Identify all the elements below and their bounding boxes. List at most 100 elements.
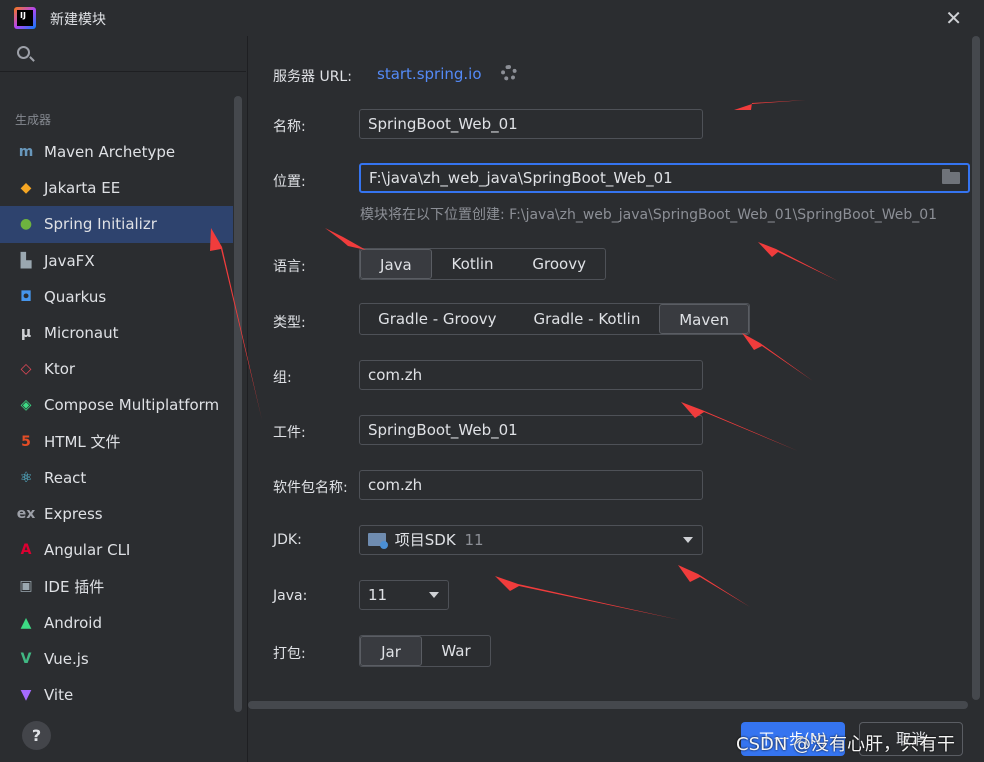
sidebar-item-label: IDE 插件 [44, 577, 105, 596]
ktor-icon: ◇ [20, 361, 32, 378]
sidebar-item-spring-initializr[interactable]: ● Spring Initializr [0, 206, 233, 243]
sidebar-item-label: Vite [44, 685, 74, 704]
sidebar-item-express[interactable]: ex Express [0, 496, 233, 532]
language-selector: Java Kotlin Groovy [359, 248, 606, 280]
jdk-label: JDK: [273, 532, 302, 548]
sidebar-scrollbar[interactable] [234, 96, 242, 712]
vertical-scrollbar[interactable] [972, 36, 980, 700]
sidebar-item-label: HTML 文件 [44, 433, 121, 452]
gear-icon[interactable] [501, 65, 517, 81]
server-url-link[interactable]: start.spring.io [377, 65, 482, 83]
packaging-option-jar[interactable]: Jar [360, 636, 422, 666]
type-option-gradle-groovy[interactable]: Gradle - Groovy [360, 304, 515, 334]
language-option-kotlin[interactable]: Kotlin [432, 249, 514, 279]
sidebar-item-label: Angular CLI [44, 541, 131, 560]
name-field[interactable]: SpringBoot_Web_01 [359, 109, 703, 139]
html5-icon: 5 [21, 433, 31, 450]
packaging-option-war[interactable]: War [422, 636, 490, 666]
sidebar-item-react[interactable]: ⚛ React [0, 460, 233, 496]
location-label: 位置: [273, 174, 306, 190]
sidebar-item-android[interactable]: ▲ Android [0, 604, 233, 640]
sidebar-item-html[interactable]: 5 HTML 文件 [0, 424, 233, 460]
sidebar-item-label: Ktor [44, 360, 76, 379]
sidebar-item-vue-js[interactable]: V Vue.js [0, 641, 233, 677]
plugin-icon: ▣ [19, 578, 33, 595]
intellij-logo-icon: IJ [14, 7, 36, 29]
sidebar-item-maven-archetype[interactable]: m Maven Archetype [0, 134, 233, 170]
jakarta-icon: ◆ [20, 180, 32, 197]
sidebar-item-label: JavaFX [44, 251, 95, 270]
type-selector: Gradle - Groovy Gradle - Kotlin Maven [359, 303, 750, 335]
search-icon [17, 46, 30, 59]
java-version-dropdown[interactable]: 11 [359, 580, 449, 610]
watermark: CSDN @没有心肝，只有干 [736, 734, 956, 755]
chevron-down-icon [429, 592, 439, 598]
vite-icon: ▼ [20, 686, 32, 703]
sidebar-item-quarkus[interactable]: ◘ Quarkus [0, 279, 233, 315]
name-label: 名称: [273, 119, 306, 135]
type-label: 类型: [273, 315, 306, 331]
compose-icon: ◈ [20, 397, 32, 414]
artifact-label: 工件: [273, 425, 306, 441]
angular-icon: A [20, 542, 32, 559]
title-bar: IJ 新建模块 ✕ [0, 0, 984, 36]
generator-list: m Maven Archetype ◆ Jakarta EE ● Spring Initi… [0, 134, 233, 713]
sidebar-item-label: Micronaut [44, 324, 119, 343]
sidebar-item-label: Quarkus [44, 287, 107, 306]
folder-icon[interactable] [942, 169, 960, 184]
type-option-maven[interactable]: Maven [659, 304, 749, 334]
android-icon: ▲ [20, 614, 32, 631]
sidebar-item-label: Android [44, 613, 102, 632]
packaging-selector: Jar War [359, 635, 491, 667]
sidebar-item-ide[interactable]: ▣ IDE 插件 [0, 568, 233, 604]
generators-group-label: 生成器 [15, 113, 52, 127]
package-name-label: 软件包名称: [273, 480, 348, 496]
generator-sidebar: 生成器 m Maven Archetype ◆ Jakarta EE ● Spring I… [0, 36, 246, 762]
sidebar-item-label: Vue.js [44, 649, 89, 668]
artifact-field[interactable]: SpringBoot_Web_01 [359, 415, 703, 445]
location-hint: 模块将在以下位置创建: F:\java\zh_web_java\SpringBo… [360, 207, 938, 223]
sidebar-item-label: React [44, 468, 87, 487]
language-option-groovy[interactable]: Groovy [513, 249, 605, 279]
jdk-value: 项目SDK [394, 531, 456, 549]
sidebar-item-label: Maven Archetype [44, 143, 176, 162]
help-button[interactable]: ? [22, 721, 51, 750]
search-box[interactable] [0, 36, 246, 72]
package-name-field[interactable]: com.zh [359, 470, 703, 500]
server-url-label: 服务器 URL: [273, 69, 352, 85]
jdk-version: 11 [464, 531, 484, 549]
sidebar-item-micronaut[interactable]: μ Micronaut [0, 315, 233, 351]
chevron-down-icon [683, 537, 693, 543]
language-label: 语言: [273, 259, 306, 275]
sidebar-item-angular-cli[interactable]: A Angular CLI [0, 532, 233, 568]
sidebar-item-compose-multiplatform[interactable]: ◈ Compose Multiplatform [0, 387, 233, 423]
quarkus-icon: ◘ [20, 288, 32, 305]
sidebar-item-label: Express [44, 504, 103, 523]
jdk-dropdown[interactable]: 项目SDK 11 [359, 525, 703, 555]
sidebar-item-label: Compose Multiplatform [44, 396, 220, 415]
location-field[interactable]: F:\java\zh_web_java\SpringBoot_Web_01 [359, 163, 970, 193]
group-label: 组: [273, 370, 292, 386]
horizontal-scrollbar[interactable] [248, 701, 968, 709]
javafx-icon: ▙ [20, 252, 32, 269]
type-option-gradle-kotlin[interactable]: Gradle - Kotlin [515, 304, 660, 334]
java-version-label: Java: [273, 588, 308, 604]
sidebar-item-jakarta-ee[interactable]: ◆ Jakarta EE [0, 170, 233, 206]
spring-icon: ● [19, 216, 33, 233]
vue-icon: V [20, 650, 32, 667]
sdk-folder-icon [368, 533, 388, 549]
micronaut-icon: μ [20, 325, 32, 342]
sidebar-item-label: Jakarta EE [44, 179, 121, 198]
express-icon: ex [16, 505, 36, 522]
close-icon[interactable]: ✕ [945, 6, 962, 30]
group-field[interactable]: com.zh [359, 360, 703, 390]
language-option-java[interactable]: Java [360, 249, 432, 279]
settings-panel: 服务器 URL: start.spring.io 名称: SpringBoot_… [247, 36, 984, 762]
sidebar-item-vite[interactable]: ▼ Vite [0, 677, 233, 713]
react-icon: ⚛ [19, 469, 33, 486]
location-value: F:\java\zh_web_java\SpringBoot_Web_01 [369, 169, 673, 187]
sidebar-item-label: Spring Initializr [44, 215, 157, 234]
sidebar-item-javafx[interactable]: ▙ JavaFX [0, 243, 233, 279]
maven-icon: m [18, 144, 34, 161]
sidebar-item-ktor[interactable]: ◇ Ktor [0, 351, 233, 387]
